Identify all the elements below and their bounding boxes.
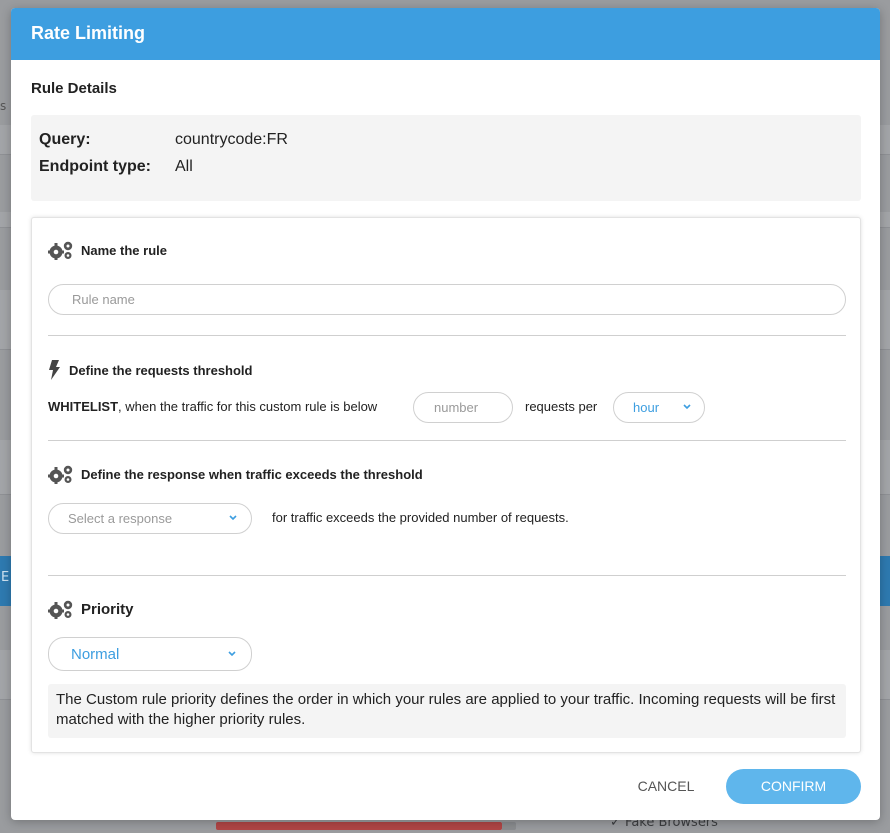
rate-limiting-modal: Rate Limiting Rule Details Query: country… [11,8,880,820]
threshold-text: , when the traffic for this custom rule … [118,399,378,414]
rule-details-title: Rule Details [31,80,117,97]
detail-row-endpoint: Endpoint type: All [39,158,193,176]
section-divider [48,335,846,336]
background-bar-left: E [0,556,11,606]
background-tab-fragment: s [0,99,7,113]
threshold-number-input[interactable]: number [413,392,513,423]
cancel-button[interactable]: CANCEL [621,776,711,796]
response-section-title: Define the response when traffic exceeds… [81,466,423,482]
gears-icon [48,241,73,260]
background-progress-bar [216,822,502,830]
section-divider [48,440,846,441]
threshold-section-title: Define the requests threshold [69,362,253,378]
detail-value: All [175,158,193,175]
threshold-description: WHITELIST, when the traffic for this cus… [48,399,377,414]
rule-details-box: Query: countrycode:FR Endpoint type: All [31,115,861,201]
period-select[interactable]: hour [613,392,705,423]
response-placeholder: Select a response [68,511,173,526]
detail-value: countrycode:FR [175,131,288,148]
threshold-section-header: Define the requests threshold [48,360,252,380]
name-section-header: Name the rule [48,240,167,260]
detail-row-query: Query: countrycode:FR [39,131,288,149]
gears-icon [48,465,73,484]
modal-title: Rate Limiting [11,8,880,60]
gears-icon [48,600,73,619]
chevron-down-icon [228,651,236,657]
chevron-down-icon [229,515,237,521]
background-bar-right [880,556,890,606]
detail-key: Endpoint type: [39,158,151,175]
confirm-button[interactable]: CONFIRM [726,769,861,804]
priority-section-header: Priority [48,599,134,619]
whitelist-label: WHITELIST [48,399,119,414]
period-value: hour [633,400,660,415]
priority-select[interactable]: Normal [48,637,252,671]
rule-name-input[interactable]: Rule name [48,284,846,315]
priority-value: Normal [71,646,120,663]
name-section-title: Name the rule [81,242,167,258]
priority-note: The Custom rule priority defines the ord… [48,684,846,738]
bolt-icon [49,360,60,380]
response-description: for traffic exceeds the provided number … [272,510,569,525]
requests-per-label: requests per [525,399,598,414]
section-divider [48,575,846,576]
response-select[interactable]: Select a response [48,503,252,534]
background-progress-rest [502,822,516,830]
rule-form-card: Name the rule Rule name Define the reque… [31,217,861,753]
chevron-down-icon [683,404,691,410]
priority-section-title: Priority [81,600,134,618]
response-section-header: Define the response when traffic exceeds… [48,464,423,484]
detail-key: Query: [39,131,91,148]
